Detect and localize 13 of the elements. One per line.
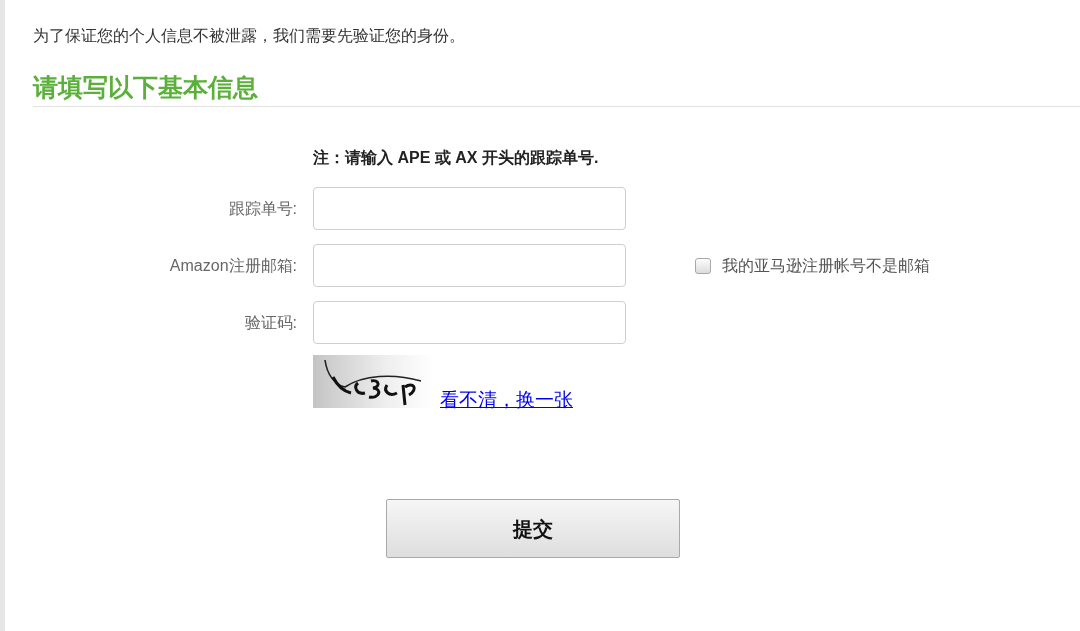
checkbox-label: 我的亚马逊注册帐号不是邮箱 [722,255,930,276]
input-field[interactable] [313,301,626,344]
note-text: 注：请输入 APE 或 AX 开头的跟踪单号. [313,148,599,168]
section-title: 请填写以下基本信息 [33,72,258,103]
field-label: Amazon注册邮箱: [169,256,297,274]
refresh-captcha-link[interactable]: 看不清，换一张 [440,389,573,411]
field-label: 验证码: [244,313,297,331]
submit-button[interactable]: 提交 [386,499,680,558]
field-label: 跟踪单号: [228,199,297,217]
checkbox[interactable] [695,257,711,274]
input-field[interactable] [313,187,626,230]
intro-text: 为了保证您的个人信息不被泄露，我们需要先验证您的身份。 [33,26,465,46]
input-field[interactable] [313,244,626,287]
